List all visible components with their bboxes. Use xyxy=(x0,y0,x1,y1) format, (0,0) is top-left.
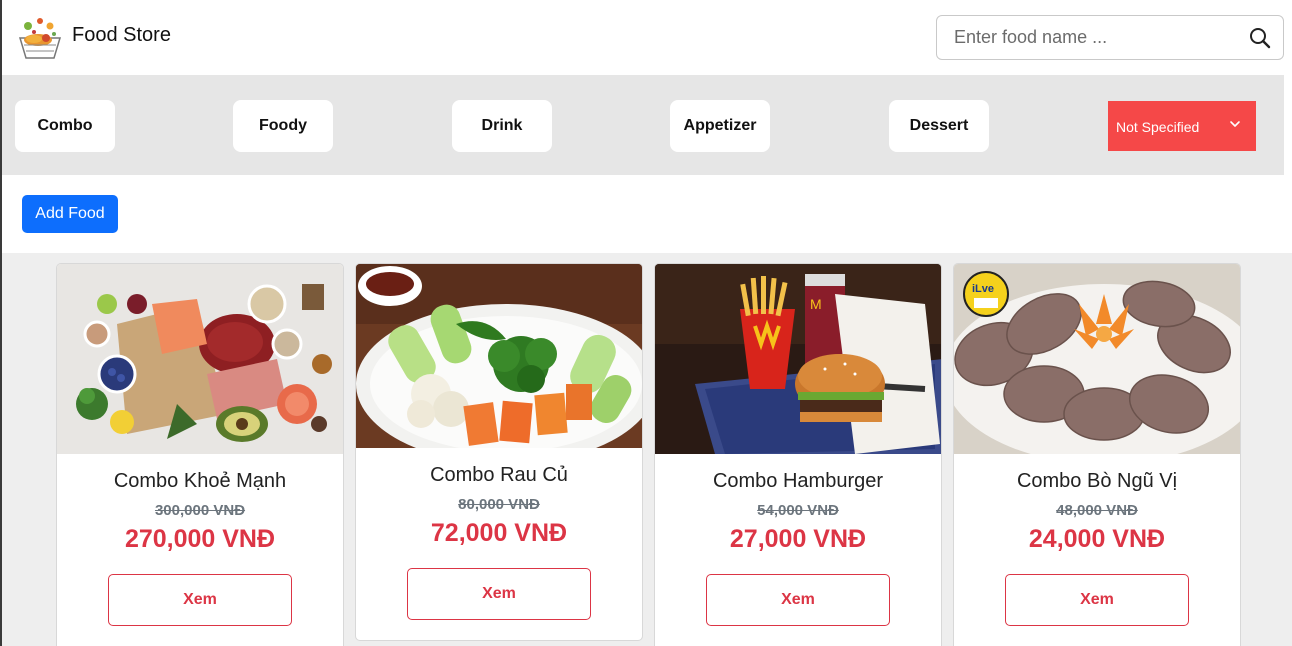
search-icon[interactable] xyxy=(1247,25,1273,51)
view-button[interactable]: Xem xyxy=(108,574,292,626)
product-old-price: 80,000 VNĐ xyxy=(458,496,540,513)
category-dessert[interactable]: Dessert xyxy=(889,100,989,152)
view-button[interactable]: Xem xyxy=(1005,574,1189,626)
product-card: Combo Khoẻ Mạnh 300,000 VNĐ 270,000 VNĐ … xyxy=(56,263,344,646)
product-card: M Combo Hamburger 54,000 VNĐ 27,000 VNĐ … xyxy=(654,263,942,646)
view-button[interactable]: Xem xyxy=(706,574,890,626)
category-bar: Combo Foody Drink Appetizer Dessert Not … xyxy=(2,75,1284,175)
category-drink[interactable]: Drink xyxy=(452,100,552,152)
product-price: 27,000 VNĐ xyxy=(729,525,867,553)
product-image-hamburger-combo[interactable]: M xyxy=(655,264,941,454)
food-basket-logo[interactable] xyxy=(14,12,66,64)
filter-select-value: Not Specified xyxy=(1116,119,1200,135)
header: Food Store xyxy=(2,0,1292,75)
product-image-beef-combo[interactable]: iLve xyxy=(954,264,1240,454)
product-old-price: 54,000 VNĐ xyxy=(757,502,839,519)
brand-title[interactable]: Food Store xyxy=(72,24,171,47)
svg-text:M: M xyxy=(810,296,822,312)
product-image-healthy-combo[interactable] xyxy=(57,264,343,454)
add-food-button[interactable]: Add Food xyxy=(22,195,118,233)
view-button[interactable]: Xem xyxy=(407,568,591,620)
chevron-down-icon xyxy=(1228,117,1242,131)
search-input[interactable] xyxy=(937,16,1237,59)
product-old-price: 300,000 VNĐ xyxy=(154,502,246,519)
product-grid: Combo Khoẻ Mạnh 300,000 VNĐ 270,000 VNĐ … xyxy=(2,253,1292,646)
category-appetizer[interactable]: Appetizer xyxy=(670,100,770,152)
category-foody[interactable]: Foody xyxy=(233,100,333,152)
product-price: 24,000 VNĐ xyxy=(1028,525,1166,553)
product-name: Combo Khoẻ Mạnh xyxy=(113,470,287,492)
product-card: Combo Rau Củ 80,000 VNĐ 72,000 VNĐ Xem xyxy=(355,263,643,641)
product-price: 270,000 VNĐ xyxy=(124,525,276,553)
product-name: Combo Hamburger xyxy=(712,470,884,492)
product-card: iLve Combo Bò Ngũ Vị 48,000 VNĐ 24,000 V… xyxy=(953,263,1241,646)
svg-text:iLve: iLve xyxy=(972,283,994,295)
page: Food Store Combo Foody Drink Appetizer D… xyxy=(0,0,1292,646)
product-name: Combo Rau Củ xyxy=(430,464,568,486)
product-image-vegetable-combo[interactable] xyxy=(356,264,642,448)
product-name: Combo Bò Ngũ Vị xyxy=(1016,470,1178,492)
product-price: 72,000 VNĐ xyxy=(430,519,568,547)
filter-select[interactable]: Not Specified xyxy=(1108,101,1256,151)
category-combo[interactable]: Combo xyxy=(15,100,115,152)
search-box xyxy=(936,15,1284,60)
product-old-price: 48,000 VNĐ xyxy=(1056,502,1138,519)
